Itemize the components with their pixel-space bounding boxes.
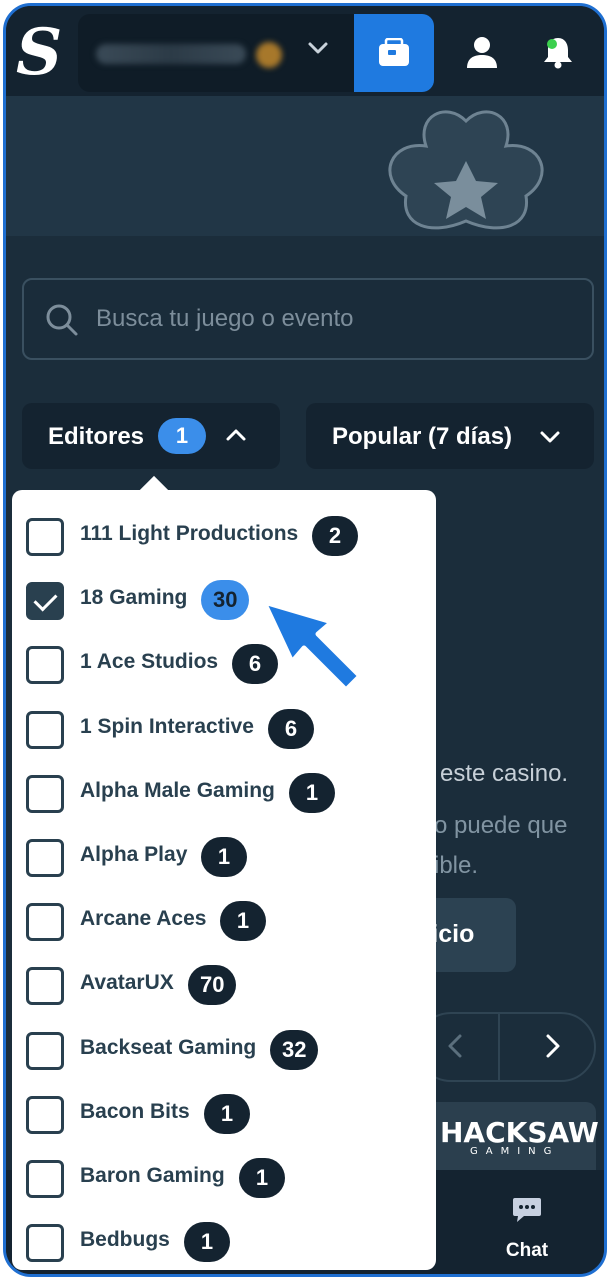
empty-state-text-1: e este casino. [420,760,569,787]
editor-count-badge: 6 [268,708,314,749]
checkbox[interactable] [26,967,64,1006]
editors-filter-button[interactable]: Editores 1 [22,403,280,469]
editor-option-label: 1 Ace Studios [80,650,219,674]
chat-label: Chat [505,1240,549,1261]
cashier-button[interactable] [354,14,434,92]
checkbox[interactable] [26,518,64,556]
promo-banner [6,96,604,236]
wallet-icon [379,38,409,66]
editors-dropdown: 111 Light Productions 2 18 Gaming 30 1 Ace S… [12,490,436,1270]
editor-option-label: 18 Gaming [80,586,188,610]
editor-count-badge: 1 [220,901,266,942]
checkbox[interactable] [26,774,64,813]
editor-option[interactable]: 1 Ace Studios 6 [12,632,436,696]
editor-count-badge: 30 [201,580,250,621]
editor-option[interactable]: Alpha Play 1 [12,825,436,889]
editor-count-badge: 2 [312,516,358,556]
checkbox[interactable] [26,646,64,685]
chevron-down-icon [540,431,560,443]
currency-icon [256,42,282,68]
editor-count-badge: 1 [184,1222,230,1263]
provider-logo-sub: GAMING [470,1146,560,1157]
editor-option-label: Alpha Play [80,843,188,866]
editor-option-label: Backseat Gaming [80,1035,257,1059]
star-flower-icon [388,110,544,230]
editor-count-badge: 1 [289,772,335,813]
sort-filter-button[interactable]: Popular (7 días) [306,403,594,469]
chevron-left-icon[interactable] [444,1032,468,1067]
checkbox-checked[interactable] [26,582,64,621]
provider-logo-name: HACKSAW [440,1116,599,1149]
editor-option-label: Baron Gaming [80,1164,225,1187]
editor-option[interactable]: Alpha Male Gaming 1 [12,761,436,825]
chevron-down-icon [306,36,330,67]
editor-option-label: AvatarUX [80,971,174,995]
chevron-right-icon[interactable] [540,1032,564,1067]
app-frame: S Busca tu juego o evento Editores 1 Pop… [3,3,607,1277]
chat-icon [513,1198,541,1222]
editor-option[interactable]: Baron Gaming 1 [12,1146,436,1210]
editors-count-badge: 1 [158,418,206,454]
search-icon [46,304,78,336]
editor-option-label: 1 Spin Interactive [80,714,254,738]
checkbox[interactable] [26,1160,64,1198]
search-input[interactable] [96,296,576,342]
editor-option[interactable]: Arcane Aces 1 [12,889,436,953]
pager-divider [498,1014,500,1080]
editor-count-badge: 1 [204,1093,250,1134]
user-icon[interactable] [464,34,500,70]
provider-pager [416,1012,596,1082]
editors-filter-label: Editores [48,423,145,450]
checkbox[interactable] [26,710,64,749]
empty-state-text-2: o puede que [434,812,568,839]
checkbox[interactable] [26,839,64,877]
editor-option-label: Alpha Male Gaming [80,778,275,802]
editor-option[interactable]: Bacon Bits 1 [12,1082,436,1146]
search-bar[interactable] [22,278,594,360]
site-logo[interactable]: S [16,18,64,88]
checkbox[interactable] [26,1095,64,1134]
editor-option-label: Bedbugs [80,1228,170,1252]
editor-option[interactable]: 111 Light Productions 2 [12,504,436,568]
editor-option-label: Bacon Bits [80,1099,190,1123]
empty-state-text-3: ible. [434,852,479,879]
sort-filter-label: Popular (7 días) [332,423,513,450]
editor-option-label: Arcane Aces [80,907,207,931]
chevron-up-icon [226,429,246,441]
editor-option[interactable]: AvatarUX 70 [12,953,436,1017]
editor-option[interactable]: Backseat Gaming 32 [12,1018,436,1082]
editor-option-label: 111 Light Productions [80,522,299,545]
blurred-balance [96,44,246,64]
checkbox[interactable] [26,1031,64,1070]
checkbox[interactable] [26,1224,64,1263]
checkbox[interactable] [26,903,64,942]
editor-count-badge: 1 [201,837,247,877]
bell-icon[interactable] [540,34,576,70]
top-bar: S [6,6,604,96]
editor-count-badge: 70 [188,965,237,1006]
provider-card-hacksaw[interactable]: HACKSAW GAMING [416,1102,599,1176]
editor-count-badge: 1 [239,1158,285,1198]
wallet-balance-selector[interactable] [78,14,356,92]
editor-count-badge: 32 [270,1029,319,1070]
pointer-cursor-icon [261,599,363,693]
nav-item-chat[interactable]: Chat [502,1196,552,1262]
editor-option[interactable]: 1 Spin Interactive 6 [12,697,436,761]
editor-option[interactable]: Bedbugs 1 [12,1210,436,1270]
editor-option[interactable]: 18 Gaming 30 [12,568,436,632]
